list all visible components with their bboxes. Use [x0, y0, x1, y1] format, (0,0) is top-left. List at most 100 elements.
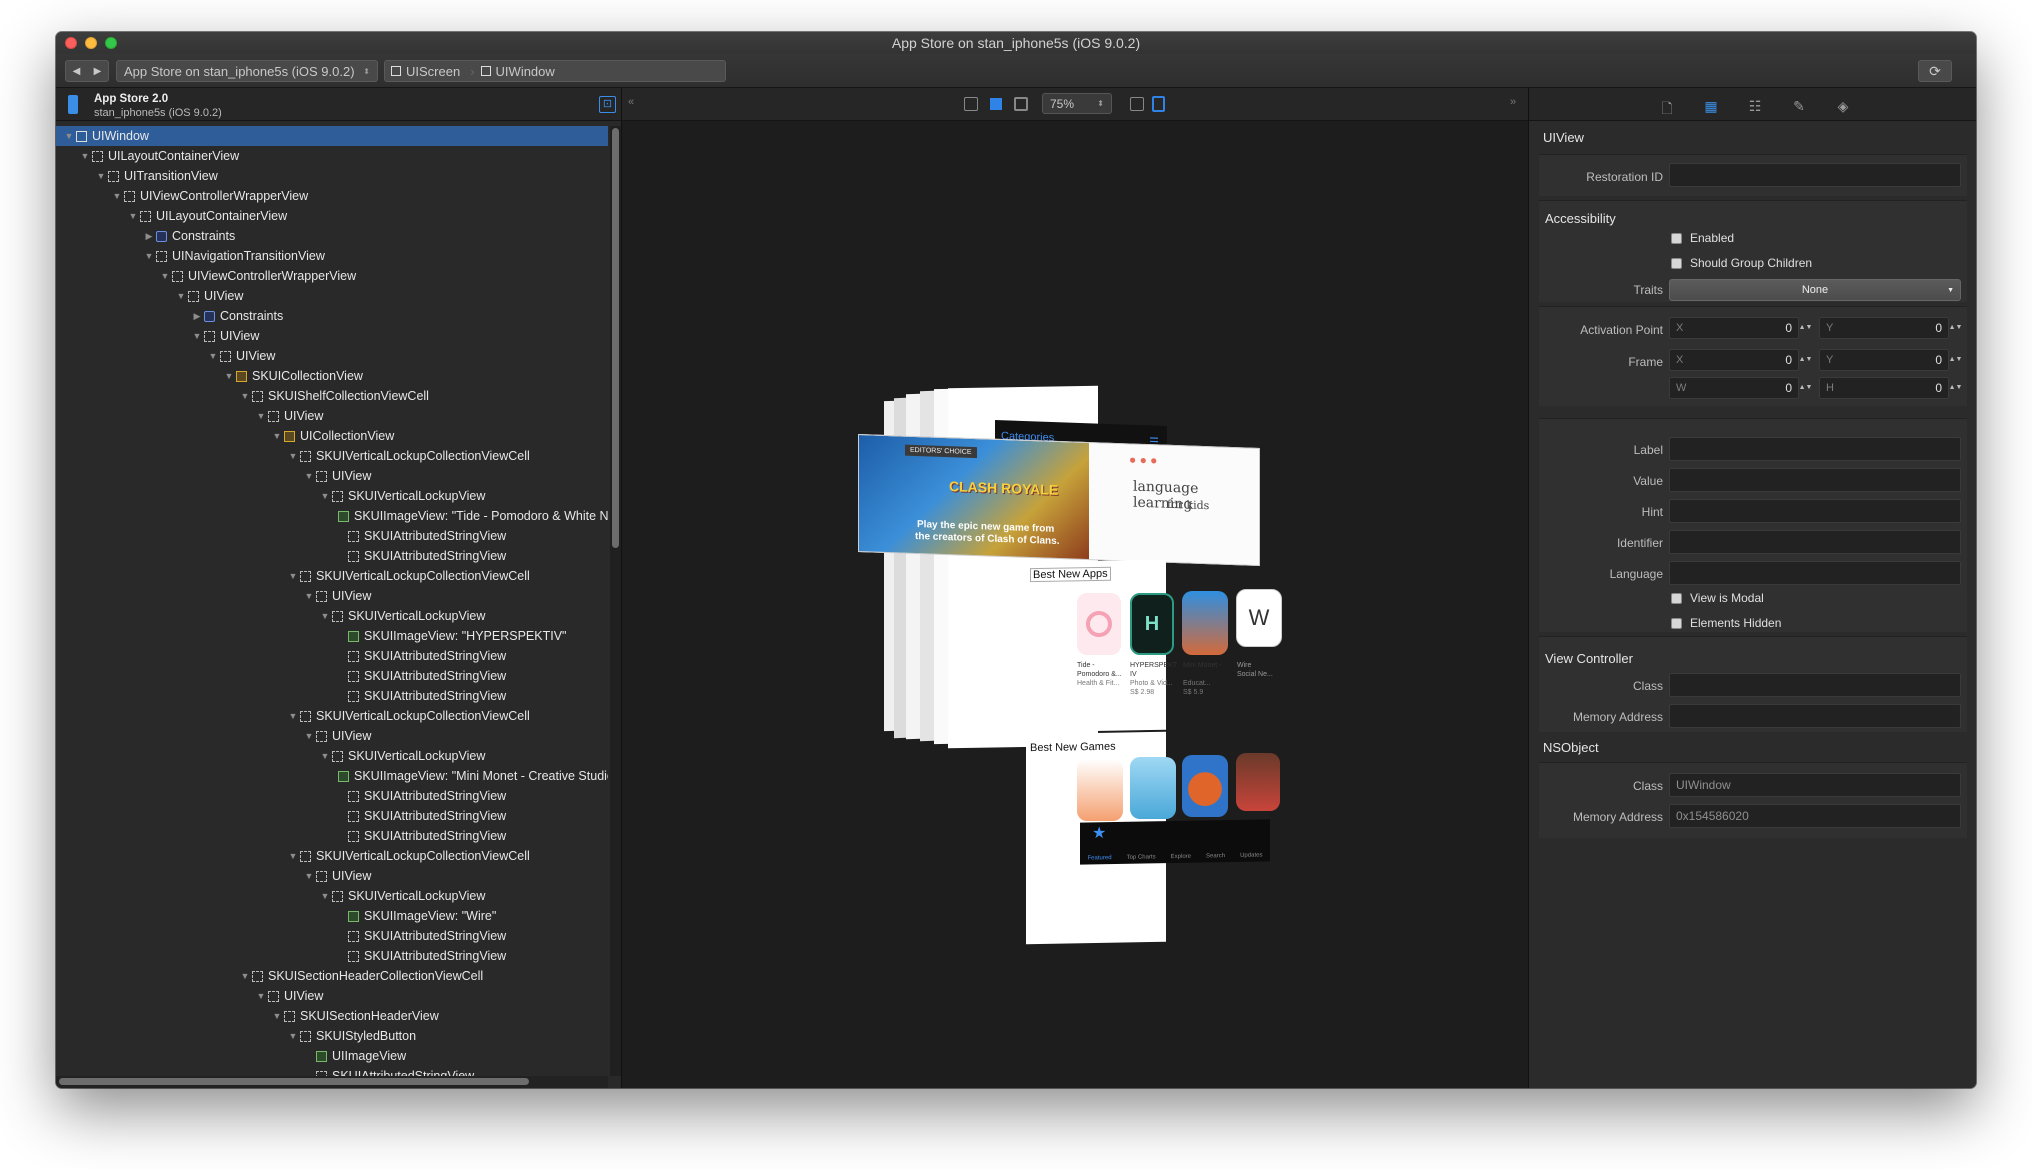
back-arrow-icon[interactable]: ◀ [73, 66, 81, 77]
tree-row[interactable]: ▼ UIView [56, 406, 608, 426]
disclosure-closed-icon[interactable]: ▶ [144, 231, 154, 242]
tree-row[interactable]: SKUIAttributedStringView [56, 826, 608, 846]
disclosure-closed-icon[interactable]: ▶ [192, 311, 202, 322]
disclosure-open-icon[interactable]: ▼ [112, 191, 122, 201]
disclosure-open-icon[interactable]: ▼ [128, 211, 138, 221]
disclosure-open-icon[interactable]: ▼ [240, 391, 250, 401]
focus-toggle-icon[interactable]: ⊡ [599, 96, 616, 113]
disclosure-open-icon[interactable]: ▼ [160, 271, 170, 281]
frame-x-stepper[interactable]: ▲▼ [1799, 350, 1813, 370]
tree-horizontal-scrollbar[interactable] [56, 1076, 608, 1088]
vc-memory-field[interactable] [1669, 704, 1961, 728]
tree-row[interactable]: ▼ SKUIVerticalLockupCollectionViewCell [56, 446, 608, 466]
tree-row[interactable]: SKUIAttributedStringView [56, 526, 608, 546]
tree-row[interactable]: ▼ UINavigationTransitionView [56, 246, 608, 266]
layers-icon[interactable]: ◈ [1833, 98, 1853, 116]
disclosure-open-icon[interactable]: ▼ [64, 131, 74, 141]
nsobject-class-field[interactable]: UIWindow [1669, 773, 1961, 797]
enabled-checkbox[interactable]: Enabled [1671, 231, 1734, 245]
minimize-window-button[interactable] [85, 37, 97, 49]
language-field[interactable] [1669, 561, 1961, 585]
render-canvas[interactable]: Categories ☰ EDITORS' CHOICE CLASH ROYAL… [622, 121, 1528, 1088]
breadcrumb-item-window[interactable]: UIWindow [496, 64, 555, 79]
tree-row[interactable]: ▼ SKUISectionHeaderView [56, 1006, 608, 1026]
tree-vertical-scrollbar[interactable] [610, 126, 621, 1076]
tree-row[interactable]: SKUIAttributedStringView [56, 946, 608, 966]
tree-row[interactable]: SKUIAttributedStringView [56, 666, 608, 686]
disclosure-open-icon[interactable]: ▼ [240, 971, 250, 981]
tree-row[interactable]: SKUIAttributedStringView [56, 786, 608, 806]
tree-row[interactable]: ▼ UICollectionView [56, 426, 608, 446]
disclosure-open-icon[interactable]: ▼ [304, 731, 314, 741]
disclosure-open-icon[interactable]: ▼ [208, 351, 218, 361]
tree-row[interactable]: ▼ SKUIVerticalLockupView [56, 746, 608, 766]
disclosure-open-icon[interactable]: ▼ [320, 891, 330, 901]
tree-row[interactable]: ▼ UIView [56, 866, 608, 886]
forward-arrow-icon[interactable]: ▶ [94, 66, 102, 77]
label-field[interactable] [1669, 437, 1961, 461]
tree-row[interactable]: ▼ SKUIVerticalLockupCollectionViewCell [56, 706, 608, 726]
disclosure-open-icon[interactable]: ▼ [176, 291, 186, 301]
sliders-icon[interactable]: ☷ [1745, 98, 1765, 116]
activation-x-field[interactable]: X0 [1669, 317, 1799, 339]
tree-row[interactable]: ▼ UIView [56, 286, 608, 306]
tree-row[interactable]: SKUIAttributedStringView [56, 926, 608, 946]
tree-row[interactable]: ▼ UIViewControllerWrapperView [56, 186, 608, 206]
vc-class-field[interactable] [1669, 673, 1961, 697]
tree-row[interactable]: SKUIAttributedStringView [56, 646, 608, 666]
checkbox-box[interactable] [1671, 257, 1682, 269]
scroll-thumb[interactable] [612, 128, 619, 548]
disclosure-open-icon[interactable]: ▼ [304, 591, 314, 601]
frame-y-stepper[interactable]: ▲▼ [1949, 350, 1963, 370]
tree-row[interactable]: ▼ SKUISectionHeaderCollectionViewCell [56, 966, 608, 986]
content-mode-icon[interactable] [990, 98, 1002, 110]
zoom-selector[interactable]: 75% ⬍ [1042, 93, 1112, 114]
breadcrumb-item-screen[interactable]: UIScreen [406, 64, 460, 79]
frame-w-stepper[interactable]: ▲▼ [1799, 378, 1813, 398]
file-icon[interactable]: 🗋 [1657, 98, 1677, 116]
disclosure-open-icon[interactable]: ▼ [144, 251, 154, 261]
close-window-button[interactable] [65, 37, 77, 49]
tree-row[interactable]: SKUIImageView: "HYPERSPEKTIV" [56, 626, 608, 646]
ruler-icon[interactable]: ✎ [1789, 98, 1809, 116]
view-is-modal-checkbox[interactable]: View is Modal [1671, 591, 1764, 605]
both-mode-icon[interactable] [1014, 97, 1028, 111]
value-field[interactable] [1669, 468, 1961, 492]
checkbox-box[interactable] [1671, 232, 1682, 244]
tree-row[interactable]: SKUIImageView: "Tide - Pomodoro & White … [56, 506, 608, 526]
tree-row[interactable]: SKUIAttributedStringView [56, 686, 608, 706]
disclosure-open-icon[interactable]: ▼ [320, 491, 330, 501]
tree-row[interactable]: ▼ UIWindow [56, 126, 608, 146]
collapse-right-icon[interactable]: » [1510, 96, 1516, 108]
activation-x-stepper[interactable]: ▲▼ [1799, 318, 1813, 338]
tree-row[interactable]: ▶ Constraints [56, 226, 608, 246]
disclosure-open-icon[interactable]: ▼ [304, 471, 314, 481]
restoration-id-field[interactable] [1669, 163, 1961, 187]
disclosure-open-icon[interactable]: ▼ [224, 371, 234, 381]
hint-field[interactable] [1669, 499, 1961, 523]
frame-w-field[interactable]: W0 [1669, 377, 1799, 399]
nsobject-memory-field[interactable]: 0x154586020 [1669, 804, 1961, 828]
tree-row[interactable]: SKUIAttributedStringView [56, 806, 608, 826]
tree-row[interactable]: ▼ UIView [56, 346, 608, 366]
disclosure-open-icon[interactable]: ▼ [304, 871, 314, 881]
flat-view-icon[interactable] [1130, 97, 1144, 111]
disclosure-open-icon[interactable]: ▼ [288, 851, 298, 861]
activation-y-stepper[interactable]: ▲▼ [1949, 318, 1963, 338]
tree-row[interactable]: ▼ UIView [56, 586, 608, 606]
disclosure-open-icon[interactable]: ▼ [288, 711, 298, 721]
tree-row[interactable]: ▼ SKUICollectionView [56, 366, 608, 386]
elements-hidden-checkbox[interactable]: Elements Hidden [1671, 616, 1781, 630]
checkbox-box[interactable] [1671, 592, 1682, 604]
refresh-button[interactable]: ⟳ [1918, 60, 1952, 82]
tree-row[interactable]: SKUIImageView: "Mini Monet - Creative St… [56, 766, 608, 786]
tree-row[interactable]: ▼ UITransitionView [56, 166, 608, 186]
disclosure-open-icon[interactable]: ▼ [192, 331, 202, 341]
tree-row[interactable]: SKUIImageView: "Wire" [56, 906, 608, 926]
3d-view-icon[interactable] [1152, 96, 1165, 112]
tree-row[interactable]: ▼ UILayoutContainerView [56, 206, 608, 226]
frame-h-field[interactable]: H0 [1819, 377, 1949, 399]
activation-y-field[interactable]: Y0 [1819, 317, 1949, 339]
tree-row[interactable]: ▼ SKUIVerticalLockupCollectionViewCell [56, 566, 608, 586]
disclosure-open-icon[interactable]: ▼ [272, 1011, 282, 1021]
